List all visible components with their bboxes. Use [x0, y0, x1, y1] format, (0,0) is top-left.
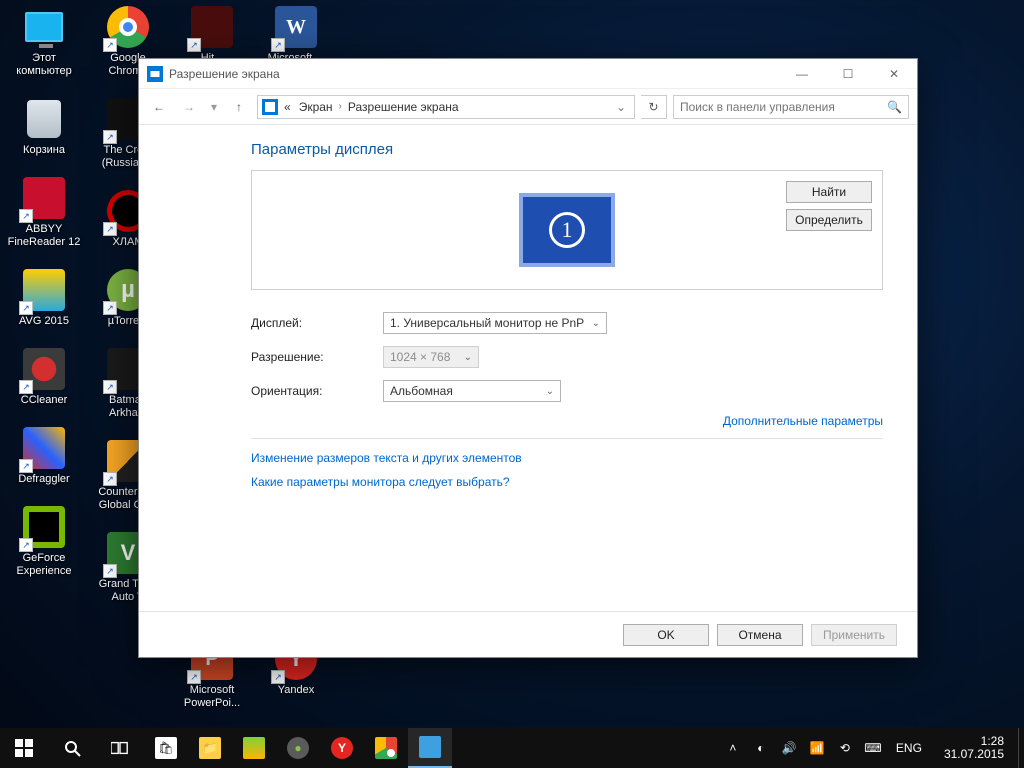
orientation-label: Ориентация:	[251, 384, 383, 398]
maximize-button[interactable]: ☐	[825, 59, 871, 89]
close-button[interactable]: ✕	[871, 59, 917, 89]
chevron-down-icon: ⌄	[546, 386, 554, 397]
chevron-down-icon: ⌄	[592, 318, 600, 329]
tray-app-icon[interactable]: ◐	[752, 739, 770, 757]
search-input[interactable]	[680, 100, 887, 114]
navbar: ← → ▾ ↑ « Экран › Разрешение экрана ⌄ ↻ …	[139, 89, 917, 125]
help-link[interactable]: Какие параметры монитора следует выбрать…	[251, 475, 510, 489]
back-button[interactable]: ←	[147, 95, 171, 119]
desktop-icon[interactable]: ↗GeForceExperience	[6, 504, 82, 578]
shortcut-overlay-icon: ↗	[103, 380, 117, 394]
taskbar-app1[interactable]	[232, 728, 276, 768]
ok-button[interactable]: OK	[623, 624, 709, 646]
system-tray: ˄ ◐ 🔊 📶 ⟲ ⌨ ENG 1:28 31.07.2015	[718, 728, 1018, 768]
breadcrumb-screen[interactable]: Экран	[297, 100, 335, 114]
apply-button: Применить	[811, 624, 897, 646]
orientation-select[interactable]: Альбомная ⌄	[383, 380, 561, 402]
resolution-label: Разрешение:	[251, 350, 383, 364]
minimize-button[interactable]: —	[779, 59, 825, 89]
shortcut-overlay-icon: ↗	[103, 564, 117, 578]
monitor-number: 1	[549, 212, 585, 248]
advanced-link[interactable]: Дополнительные параметры	[723, 414, 883, 428]
desktop-icon[interactable]: ↗AVG 2015	[6, 267, 82, 328]
address-bar[interactable]: « Экран › Разрешение экрана ⌄	[257, 95, 635, 119]
volume-icon[interactable]: 🔊	[780, 739, 798, 757]
chevron-down-icon: ⌄	[464, 352, 472, 363]
window-title: Разрешение экрана	[169, 67, 280, 81]
search-button[interactable]	[48, 728, 96, 768]
desktop-icon-label: Defraggler	[18, 473, 69, 486]
shortcut-overlay-icon: ↗	[19, 459, 33, 473]
desktop-icon[interactable]: Этоткомпьютер	[6, 4, 82, 78]
desktop-icon-label: GeForceExperience	[16, 552, 71, 578]
breadcrumb-resolution[interactable]: Разрешение экрана	[346, 100, 461, 114]
desktop-icon-label: Этоткомпьютер	[16, 52, 71, 78]
dialog-footer: OK Отмена Применить	[139, 611, 917, 657]
taskbar-store[interactable]: 🛍	[144, 728, 188, 768]
address-dropdown[interactable]: ⌄	[612, 100, 630, 114]
shortcut-overlay-icon: ↗	[19, 538, 33, 552]
titlebar[interactable]: Разрешение экрана — ☐ ✕	[139, 59, 917, 89]
shortcut-overlay-icon: ↗	[103, 130, 117, 144]
display-label: Дисплей:	[251, 316, 383, 330]
location-icon	[262, 99, 278, 115]
window-body: Параметры дисплея 1 Найти Определить Дис…	[139, 125, 917, 611]
taskbar-xbox[interactable]: ●	[276, 728, 320, 768]
display-preview[interactable]: 1 Найти Определить	[251, 170, 883, 290]
desktop-icon-label: AVG 2015	[19, 315, 69, 328]
desktop-icon[interactable]: ↗Hit...	[174, 4, 250, 65]
desktop-icon-label: ABBYYFineReader 12	[8, 223, 81, 249]
text-size-link[interactable]: Изменение размеров текста и других элеме…	[251, 451, 522, 465]
shortcut-overlay-icon: ↗	[103, 222, 117, 236]
monitor-thumbnail[interactable]: 1	[519, 193, 615, 267]
resolution-select: 1024 × 768 ⌄	[383, 346, 479, 368]
up-button[interactable]: ↑	[227, 95, 251, 119]
shortcut-overlay-icon: ↗	[103, 38, 117, 52]
search-icon: 🔍	[887, 100, 902, 114]
history-dropdown[interactable]: ▾	[207, 95, 221, 119]
desktop-icon[interactable]: ↗ABBYYFineReader 12	[6, 175, 82, 249]
display-select[interactable]: 1. Универсальный монитор не PnP ⌄	[383, 312, 607, 334]
tray-overflow[interactable]: ˄	[724, 739, 742, 757]
keyboard-icon[interactable]: ⌨	[864, 739, 882, 757]
shortcut-overlay-icon: ↗	[103, 301, 117, 315]
desktop-icon-label: Корзина	[23, 144, 65, 157]
start-button[interactable]	[0, 728, 48, 768]
shortcut-overlay-icon: ↗	[19, 209, 33, 223]
taskbar-chrome[interactable]	[364, 728, 408, 768]
desktop-icon-label: CCleaner	[21, 394, 67, 407]
desktop-icon[interactable]: Корзина	[6, 96, 82, 157]
page-heading: Параметры дисплея	[251, 141, 883, 158]
identify-button[interactable]: Определить	[786, 209, 872, 231]
forward-button[interactable]: →	[177, 95, 201, 119]
shortcut-overlay-icon: ↗	[19, 301, 33, 315]
screen-resolution-window: Разрешение экрана — ☐ ✕ ← → ▾ ↑ « Экран …	[138, 58, 918, 658]
taskbar-explorer[interactable]: 📁	[188, 728, 232, 768]
network-icon[interactable]: 📶	[808, 739, 826, 757]
breadcrumb-pre[interactable]: «	[282, 100, 293, 114]
search-box[interactable]: 🔍	[673, 95, 909, 119]
control-panel-icon	[147, 66, 163, 82]
desktop-icon[interactable]: W↗Microsoft ...	[258, 4, 334, 65]
tray-sync-icon[interactable]: ⟲	[836, 739, 854, 757]
taskbar: 🛍 📁 ● Y ˄ ◐ 🔊 📶 ⟲ ⌨ ENG 1:28 31.07.2015	[0, 728, 1024, 768]
desktop-icon[interactable]: ↗CCleaner	[6, 346, 82, 407]
shortcut-overlay-icon: ↗	[19, 380, 33, 394]
taskbar-control-panel[interactable]	[408, 728, 452, 768]
date-text: 31.07.2015	[944, 748, 1004, 761]
find-button[interactable]: Найти	[786, 181, 872, 203]
desktop-icon[interactable]: ↗Defraggler	[6, 425, 82, 486]
chevron-right-icon: ›	[339, 101, 342, 112]
language-indicator[interactable]: ENG	[892, 741, 926, 755]
task-view-button[interactable]	[96, 728, 144, 768]
clock[interactable]: 1:28 31.07.2015	[936, 735, 1012, 761]
shortcut-overlay-icon: ↗	[103, 472, 117, 486]
refresh-button[interactable]: ↻	[641, 95, 667, 119]
cancel-button[interactable]: Отмена	[717, 624, 803, 646]
divider	[251, 438, 883, 439]
taskbar-yandex[interactable]: Y	[320, 728, 364, 768]
show-desktop-button[interactable]	[1018, 728, 1024, 768]
